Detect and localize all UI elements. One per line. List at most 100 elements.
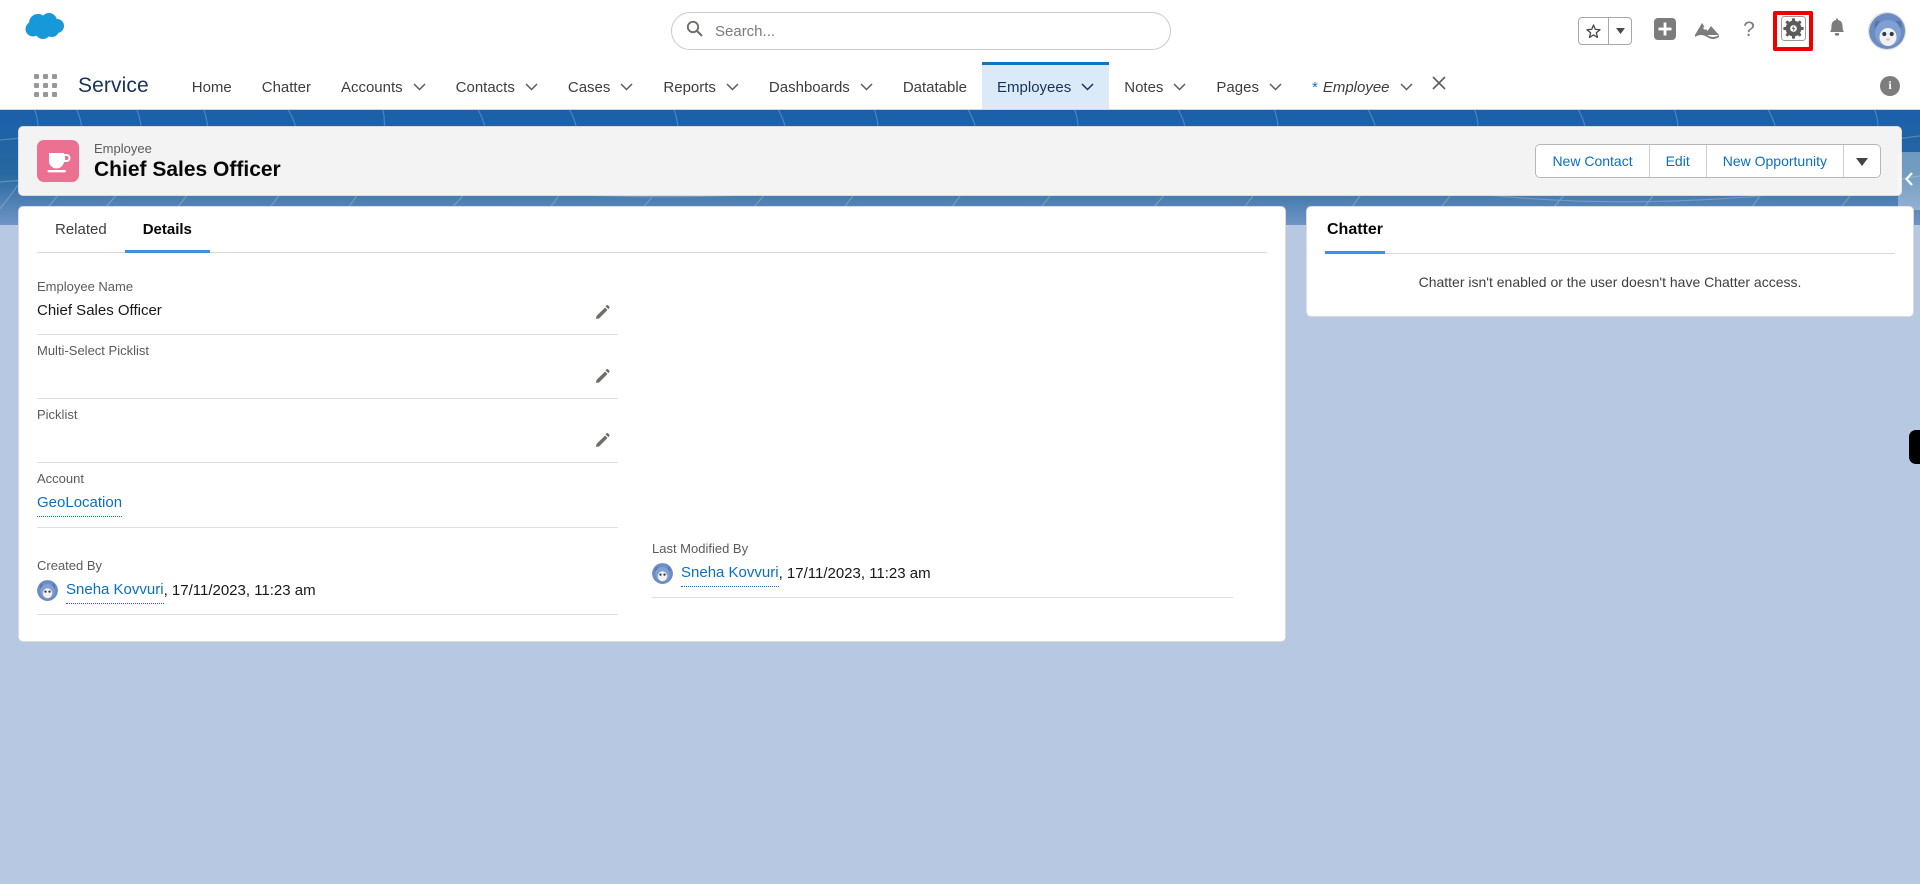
pencil-icon[interactable]: [592, 302, 612, 322]
field-column-right: Last Modified By Sneha Kovvuri , 17/11/2…: [652, 271, 1267, 615]
chevron-down-icon[interactable]: [1399, 83, 1413, 91]
field-label: Created By: [37, 558, 103, 573]
chevron-down-icon[interactable]: [413, 83, 426, 91]
chevron-down-icon[interactable]: [860, 83, 873, 91]
nav-info-button[interactable]: i: [1880, 62, 1900, 109]
nav-item-pages[interactable]: Pages: [1201, 62, 1297, 109]
field-value: [37, 425, 618, 452]
field-column-left: Employee Name Chief Sales Officer Multi-…: [37, 271, 652, 615]
field-label: Last Modified By: [652, 541, 749, 556]
detail-tabset: Related Details: [19, 207, 1285, 253]
nav-item-label: Chatter: [261, 78, 311, 96]
field-account: Account GeoLocation: [37, 463, 618, 528]
field-label: Multi-Select Picklist: [37, 343, 149, 358]
navigation-bar: Service Home Chatter Accounts Contacts C…: [0, 62, 1920, 110]
nav-item-notes[interactable]: Notes: [1109, 62, 1201, 109]
nav-item-chatter[interactable]: Chatter: [247, 62, 326, 109]
chevron-down-icon[interactable]: [620, 83, 633, 91]
favorites-group[interactable]: [1578, 17, 1632, 45]
detail-tabs: Related Details: [37, 207, 1267, 253]
field-placeholder-3: [652, 391, 1233, 451]
chevron-down-icon[interactable]: [726, 83, 739, 91]
question-mark-icon: ?: [1738, 17, 1760, 46]
favorites-star-icon[interactable]: [1579, 18, 1609, 44]
field-employee-name: Employee Name Chief Sales Officer: [37, 271, 618, 335]
search-input[interactable]: [713, 21, 1156, 41]
nav-item-temp-employee[interactable]: * Employee: [1297, 62, 1428, 109]
last-modified-by-user-link[interactable]: Sneha Kovvuri: [681, 559, 779, 587]
tab-details[interactable]: Details: [124, 207, 210, 253]
field-value: Chief Sales Officer: [37, 302, 162, 319]
favorites-chevron-down-icon[interactable]: [1609, 18, 1631, 44]
main-columns: Related Details Employee Name Chief Sale…: [18, 206, 1914, 642]
plus-icon: [1653, 17, 1677, 46]
created-by-timestamp: , 17/11/2023, 11:23 am: [163, 581, 316, 599]
nav-item-label: Dashboards: [768, 78, 850, 96]
new-contact-button[interactable]: New Contact: [1536, 145, 1650, 177]
field-last-modified-by: Last Modified By Sneha Kovvuri , 17/11/2…: [652, 533, 1233, 598]
field-value: GeoLocation: [37, 489, 618, 517]
global-search[interactable]: [671, 12, 1171, 50]
nav-item-dashboards[interactable]: Dashboards: [754, 62, 888, 109]
tab-chatter[interactable]: Chatter: [1325, 207, 1386, 254]
user-profile-avatar[interactable]: [1868, 12, 1906, 50]
chevron-down-icon[interactable]: [1173, 83, 1186, 91]
nav-item-cases[interactable]: Cases: [553, 62, 649, 109]
chevron-down-icon[interactable]: [1269, 83, 1282, 91]
pencil-icon[interactable]: [592, 366, 612, 386]
field-label: Picklist: [37, 407, 78, 422]
nav-item-label: Datatable: [902, 78, 968, 96]
nav-item-reports[interactable]: Reports: [648, 62, 754, 109]
nav-item-accounts[interactable]: Accounts: [326, 62, 441, 109]
record-object-label: Employee: [94, 140, 152, 156]
nav-item-employees[interactable]: Employees: [982, 62, 1110, 109]
field-picklist: Picklist: [37, 399, 618, 463]
page-content: Employee Chief Sales Officer New Contact…: [0, 110, 1920, 884]
setup-button[interactable]: [1773, 11, 1813, 51]
app-name[interactable]: Service: [68, 62, 155, 109]
nav-item-contacts[interactable]: Contacts: [441, 62, 553, 109]
collapse-panel-handle[interactable]: [1898, 152, 1920, 210]
nav-item-label: Notes: [1124, 78, 1164, 96]
nav-item-label: Home: [191, 78, 232, 96]
app-launcher-button[interactable]: [22, 62, 68, 109]
global-header: ?: [0, 0, 1920, 62]
svg-text:?: ?: [1743, 18, 1755, 41]
search-box[interactable]: [671, 12, 1171, 50]
page-title: Chief Sales Officer: [94, 157, 281, 181]
record-detail-card: Related Details Employee Name Chief Sale…: [18, 206, 1286, 642]
salesforce-cloud-logo[interactable]: [22, 10, 70, 44]
account-link[interactable]: GeoLocation: [37, 489, 123, 517]
close-icon: [1431, 76, 1446, 95]
new-opportunity-button[interactable]: New Opportunity: [1706, 145, 1844, 177]
right-edge-tab[interactable]: [1909, 430, 1920, 464]
tab-related[interactable]: Related: [37, 207, 125, 253]
einstein-mountain-icon: [1694, 18, 1720, 45]
chatter-tabs: Chatter: [1325, 207, 1895, 254]
created-by-user-link[interactable]: Sneha Kovvuri: [66, 576, 164, 604]
last-modified-by-timestamp: , 17/11/2023, 11:23 am: [778, 564, 931, 582]
nav-item-label: Reports: [663, 78, 716, 96]
page-background: Employee Chief Sales Officer New Contact…: [0, 110, 1920, 884]
pencil-icon[interactable]: [592, 430, 612, 450]
chatter-head: Chatter: [1307, 207, 1913, 254]
chevron-down-icon[interactable]: [525, 83, 538, 91]
close-tab-button[interactable]: [1428, 62, 1456, 109]
nav-item-label: Pages: [1216, 78, 1259, 96]
einstein-button[interactable]: [1686, 10, 1728, 52]
bell-icon: [1827, 17, 1847, 45]
detail-body: Employee Name Chief Sales Officer Multi-…: [19, 253, 1285, 641]
field-label: Account: [37, 471, 84, 486]
field-value: [37, 361, 618, 388]
chatter-empty-message: Chatter isn't enabled or the user doesn'…: [1418, 274, 1802, 290]
nav-item-datatable[interactable]: Datatable: [888, 62, 982, 109]
edit-button[interactable]: Edit: [1649, 145, 1707, 177]
chevron-left-icon: [1904, 171, 1914, 191]
notifications-button[interactable]: [1816, 10, 1858, 52]
chevron-down-icon[interactable]: [1081, 83, 1094, 91]
field-value: Sneha Kovvuri , 17/11/2023, 11:23 am: [37, 576, 618, 604]
more-actions-button[interactable]: [1844, 145, 1880, 177]
nav-item-home[interactable]: Home: [177, 62, 247, 109]
global-create-button[interactable]: [1644, 10, 1686, 52]
help-button[interactable]: ?: [1728, 10, 1770, 52]
